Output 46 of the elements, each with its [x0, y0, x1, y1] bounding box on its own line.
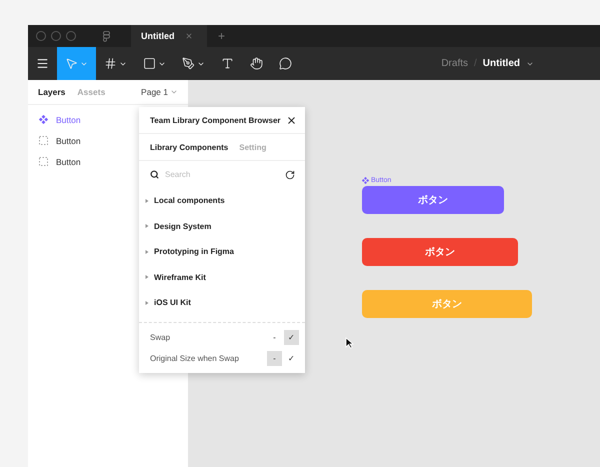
component-icon: [39, 115, 48, 124]
frame-icon: [39, 136, 48, 145]
cursor-icon: [345, 337, 354, 349]
expand-arrow-icon[interactable]: [145, 198, 149, 203]
option-label: Original Size when Swap: [150, 354, 240, 362]
close-icon[interactable]: [286, 114, 297, 126]
menu-icon: [36, 57, 49, 70]
pointer-icon: [65, 57, 78, 70]
panel-tab[interactable]: Layers: [38, 87, 66, 97]
layer-name[interactable]: Button: [56, 114, 81, 124]
plugin-tab[interactable]: Library Components: [150, 142, 228, 152]
search-icon: [150, 170, 159, 179]
new-tab-button[interactable]: +: [218, 29, 226, 43]
comment-icon: [279, 57, 292, 70]
chevron-icon[interactable]: [170, 88, 178, 96]
frame-icon: [39, 157, 48, 166]
square-icon: [143, 57, 156, 70]
logo-icon: [103, 30, 110, 42]
component-icon: [362, 177, 369, 184]
folder-name[interactable]: Drafts: [441, 58, 468, 69]
page-selector[interactable]: Page 1: [141, 87, 168, 97]
option-toggle[interactable]: -: [267, 350, 282, 366]
option-label: Swap: [150, 332, 172, 342]
expand-arrow-icon[interactable]: [145, 275, 149, 280]
frame-icon: [104, 57, 117, 70]
panel-title: Team Library Component Browser: [150, 116, 281, 124]
library-name[interactable]: Design System: [154, 222, 212, 231]
text-icon: [221, 57, 234, 70]
option-toggle[interactable]: ✓: [284, 330, 299, 344]
option-toggle[interactable]: -: [267, 330, 282, 344]
file-name[interactable]: Untitled: [482, 58, 520, 69]
expand-arrow-icon[interactable]: [145, 250, 149, 254]
expand-arrow-icon[interactable]: [145, 300, 149, 305]
library-name[interactable]: iOS UI Kit: [154, 298, 191, 308]
layer-name[interactable]: Button: [56, 136, 81, 146]
option-toggle[interactable]: ✓: [284, 350, 299, 366]
file-tab[interactable]: Untitled: [131, 25, 207, 47]
library-name[interactable]: Wireframe Kit: [154, 272, 206, 282]
hand-icon: [250, 57, 263, 70]
library-name[interactable]: Local components: [154, 196, 225, 206]
refresh-icon[interactable]: [285, 170, 295, 180]
layer-name[interactable]: Button: [56, 156, 81, 166]
library-name[interactable]: Prototyping in Figma: [154, 247, 234, 256]
pen-icon: [182, 57, 195, 70]
separator: /: [474, 58, 477, 69]
expand-arrow-icon[interactable]: [145, 224, 149, 228]
